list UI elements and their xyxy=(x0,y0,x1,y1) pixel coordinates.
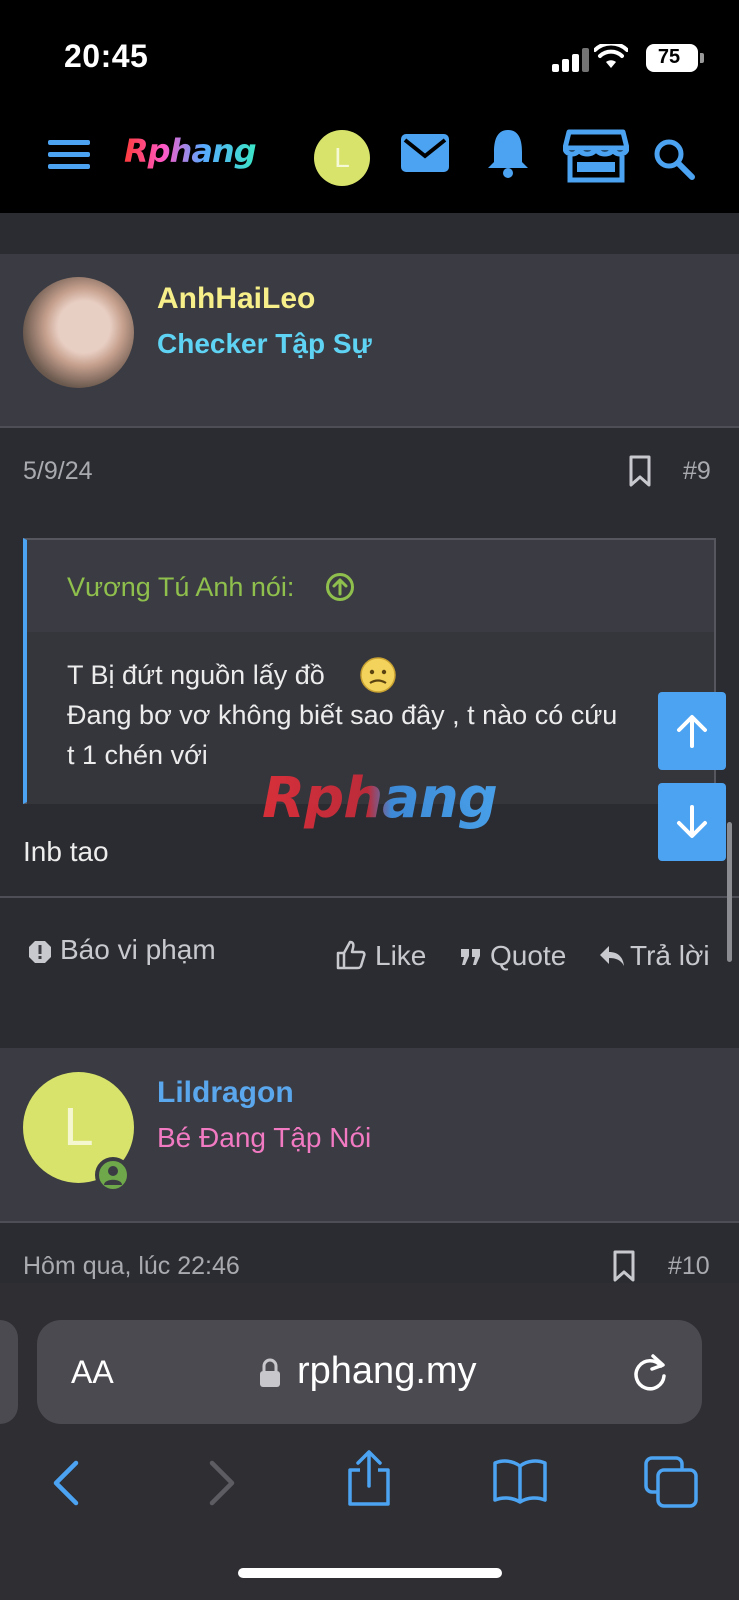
post-number[interactable]: #10 xyxy=(668,1252,710,1281)
avatar[interactable] xyxy=(23,277,134,388)
scroll-top-button[interactable] xyxy=(658,692,726,770)
post-number[interactable]: #9 xyxy=(683,457,711,486)
text-size-button[interactable]: AA xyxy=(71,1354,114,1391)
divider xyxy=(0,1221,739,1223)
top-bar: 20:45 75 Rphang L xyxy=(0,0,739,213)
post-username[interactable]: Lildragon xyxy=(157,1076,294,1110)
person-icon xyxy=(104,1166,122,1185)
tabs-icon[interactable] xyxy=(644,1456,698,1508)
previous-tab-peek[interactable] xyxy=(0,1320,18,1424)
arrow-up-icon xyxy=(677,715,707,748)
bookmarks-icon[interactable] xyxy=(492,1458,548,1504)
quote-block: Vương Tú Anh nói: T Bị đứt nguồn lấy đồ … xyxy=(23,538,716,804)
post-date[interactable]: 5/9/24 xyxy=(23,457,93,486)
online-status-icon xyxy=(95,1157,131,1193)
watermark-logo: Rphang xyxy=(262,766,498,831)
post-date[interactable]: Hôm qua, lúc 22:46 xyxy=(23,1252,240,1281)
bookmark-icon[interactable] xyxy=(612,1250,636,1282)
share-icon[interactable] xyxy=(346,1450,392,1506)
report-icon[interactable] xyxy=(28,940,52,964)
site-logo[interactable]: Rphang xyxy=(124,132,257,170)
arrow-down-icon xyxy=(677,805,707,838)
lock-icon xyxy=(260,1358,280,1387)
post-body: Inb tao xyxy=(23,836,109,867)
bell-icon[interactable] xyxy=(486,128,530,178)
post-username[interactable]: AnhHaiLeo xyxy=(157,282,315,316)
user-avatar[interactable]: L xyxy=(314,130,370,186)
battery-level: 75 xyxy=(657,46,681,68)
worried-emoji-icon xyxy=(360,657,396,693)
reply-button[interactable]: Trả lời xyxy=(630,940,710,972)
user-title: Bé Đang Tập Nói xyxy=(157,1122,372,1153)
reload-icon[interactable] xyxy=(631,1352,669,1394)
reply-icon[interactable] xyxy=(598,944,626,968)
thumbs-up-icon[interactable] xyxy=(336,940,366,970)
back-icon[interactable] xyxy=(52,1460,80,1506)
cellular-signal-icon xyxy=(552,48,592,72)
home-indicator[interactable] xyxy=(238,1568,502,1578)
quote-line: t 1 chén với xyxy=(67,740,208,770)
battery-icon: 75 xyxy=(646,44,698,72)
divider xyxy=(0,896,739,898)
quote-author[interactable]: Vương Tú Anh nói: xyxy=(67,572,294,603)
mail-icon[interactable] xyxy=(401,134,449,172)
forward-icon[interactable] xyxy=(208,1460,236,1506)
arrow-up-circle-icon[interactable] xyxy=(325,572,355,602)
search-icon[interactable] xyxy=(653,138,695,180)
hamburger-menu-icon[interactable] xyxy=(48,138,90,172)
scrollbar[interactable] xyxy=(727,822,732,962)
like-button[interactable]: Like xyxy=(375,940,426,972)
quote-line: T Bị đứt nguồn lấy đồ xyxy=(67,660,325,690)
store-icon[interactable] xyxy=(563,128,629,184)
address-bar[interactable]: AA rphang.my xyxy=(37,1320,702,1424)
status-time: 20:45 xyxy=(64,38,149,74)
quote-icon[interactable] xyxy=(460,948,482,966)
url-text[interactable]: rphang.my xyxy=(297,1350,477,1393)
quote-button[interactable]: Quote xyxy=(490,940,566,972)
user-title: Checker Tập Sự xyxy=(157,328,372,359)
divider xyxy=(0,426,739,428)
scroll-bottom-button[interactable] xyxy=(658,783,726,861)
bookmark-icon[interactable] xyxy=(628,455,652,487)
quote-line: Đang bơ vơ không biết sao đây , t nào có… xyxy=(67,700,618,730)
post-separator xyxy=(0,1010,739,1048)
report-button[interactable]: Báo vi phạm xyxy=(60,934,216,966)
battery-nub xyxy=(700,53,704,63)
wifi-icon xyxy=(594,44,628,68)
